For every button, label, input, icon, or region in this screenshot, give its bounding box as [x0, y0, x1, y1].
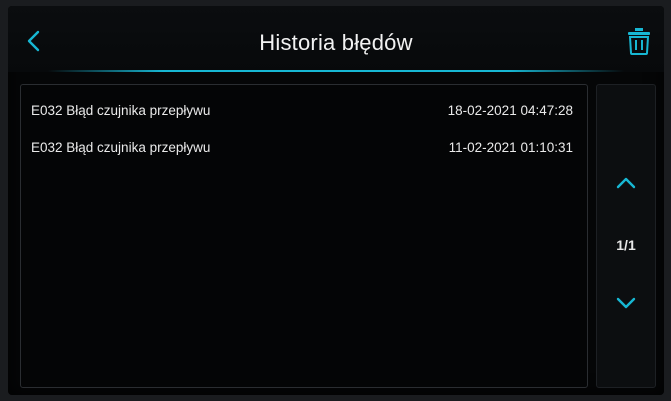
error-message: E032 Błąd czujnika przepływu	[31, 140, 211, 155]
page-title: Historia błędów	[259, 30, 413, 55]
error-list: E032 Błąd czujnika przepływu 18-02-2021 …	[20, 84, 588, 388]
page-up-button[interactable]	[611, 171, 641, 195]
screen: Historia błędów E032 Błąd czujnika przep…	[8, 6, 664, 395]
page-indicator: 1/1	[616, 237, 636, 253]
chevron-down-icon	[616, 297, 636, 309]
list-item[interactable]: E032 Błąd czujnika przepływu 11-02-2021 …	[21, 136, 587, 160]
trash-icon	[628, 28, 650, 55]
delete-history-button[interactable]	[626, 26, 652, 56]
pagination-panel: 1/1	[596, 84, 656, 388]
header: Historia błędów	[8, 6, 664, 72]
error-timestamp: 11-02-2021 01:10:31	[448, 140, 573, 155]
header-divider	[48, 70, 624, 72]
list-item[interactable]: E032 Błąd czujnika przepływu 18-02-2021 …	[21, 99, 587, 123]
chevron-up-icon	[616, 177, 636, 189]
page-down-button[interactable]	[611, 291, 641, 315]
error-message: E032 Błąd czujnika przepływu	[31, 103, 211, 118]
error-timestamp: 18-02-2021 04:47:28	[447, 103, 573, 118]
